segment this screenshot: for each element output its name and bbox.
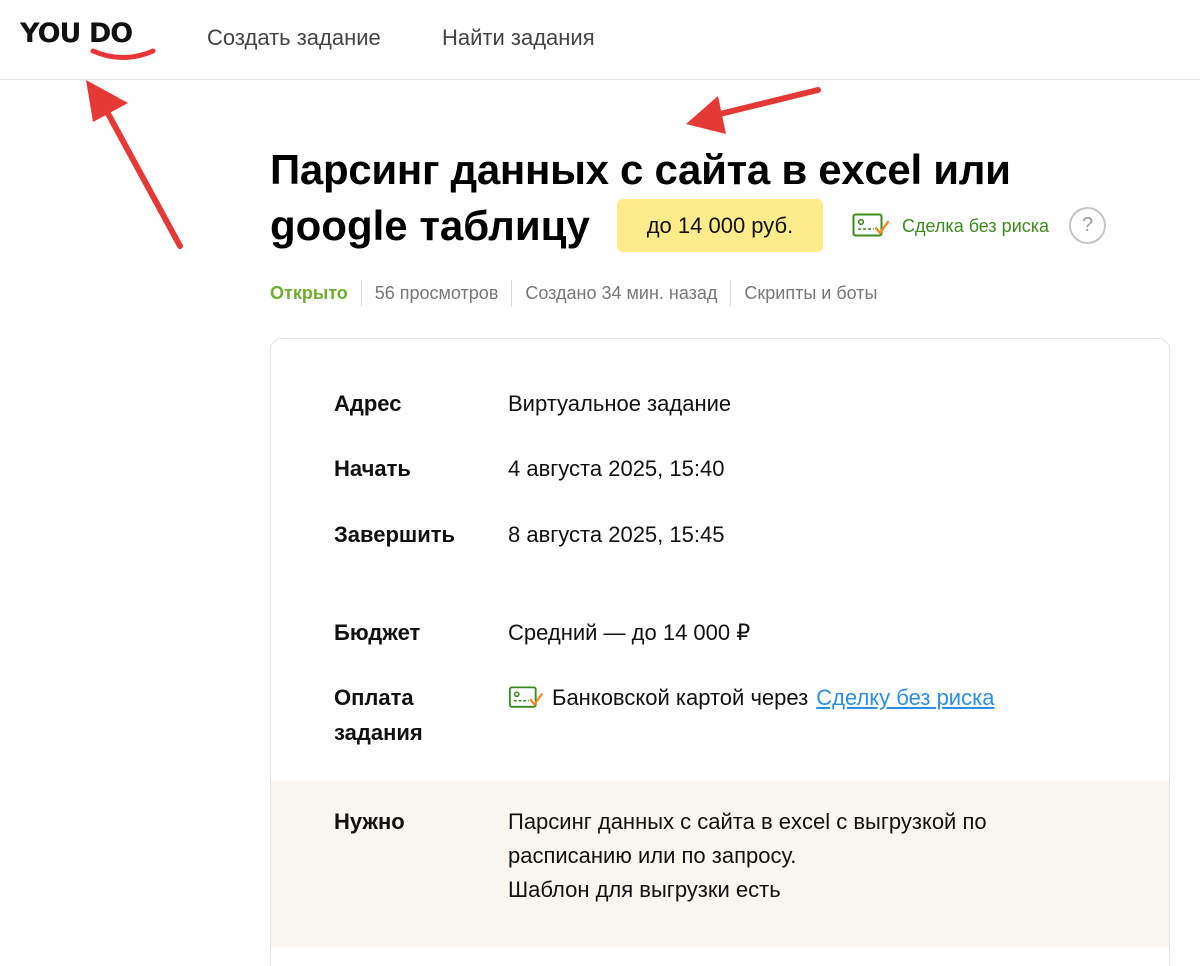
end-label: Завершить bbox=[334, 522, 456, 547]
payment-label-line1: Оплата bbox=[334, 685, 414, 710]
page: YOU DO Создать задание Найти задания Пар… bbox=[0, 0, 1200, 966]
price-badge: до 14 000 руб. bbox=[617, 199, 823, 252]
safe-deal-badge[interactable]: Сделка без риска bbox=[852, 212, 1049, 240]
need-line3: Шаблон для выгрузки есть bbox=[508, 877, 781, 902]
start-label: Начать bbox=[334, 456, 411, 481]
card-check-icon bbox=[852, 213, 890, 237]
created-time: Создано 34 мин. назад bbox=[511, 280, 730, 306]
need-line1: Парсинг данных с сайта в excel с выгрузк… bbox=[508, 809, 987, 834]
card-check-icon bbox=[508, 686, 543, 708]
end-value: 8 августа 2025, 15:45 bbox=[508, 522, 725, 547]
payment-text: Банковской картой через bbox=[552, 685, 809, 710]
task-title-line2: google таблицу bbox=[270, 202, 590, 249]
logo[interactable]: YOU DO bbox=[20, 18, 156, 64]
budget-value: Средний — до 14 000 ₽ bbox=[508, 620, 751, 645]
address-label: Адрес bbox=[334, 391, 402, 416]
nav-create-task[interactable]: Создать задание bbox=[207, 24, 381, 52]
need-label: Нужно bbox=[334, 809, 405, 834]
category-link[interactable]: Скрипты и боты bbox=[730, 280, 890, 306]
address-value: Виртуальное задание bbox=[508, 391, 732, 416]
status-badge: Открыто bbox=[270, 283, 348, 303]
safe-deal-link[interactable]: Сделку без риска bbox=[816, 681, 994, 715]
annotation-arrow-icon bbox=[686, 87, 821, 134]
site-header: YOU DO Создать задание Найти задания bbox=[0, 0, 1200, 80]
help-icon[interactable]: ? bbox=[1069, 207, 1106, 244]
budget-label: Бюджет bbox=[334, 620, 421, 645]
task-meta: Открыто 56 просмотров Создано 34 мин. на… bbox=[270, 280, 890, 306]
start-value: 4 августа 2025, 15:40 bbox=[508, 456, 725, 481]
payment-label-line2: задания bbox=[334, 720, 423, 745]
task-details-card: Адрес Виртуальное задание Начать 4 авгус… bbox=[270, 338, 1170, 966]
logo-text: YOU DO bbox=[20, 18, 133, 49]
need-line2: расписанию или по запросу. bbox=[508, 843, 797, 868]
payment-value: Банковской картой через Сделку без риска bbox=[508, 681, 994, 715]
nav-find-tasks[interactable]: Найти задания bbox=[442, 24, 595, 52]
views-count: 56 просмотров bbox=[360, 280, 512, 306]
annotation-arrow-icon bbox=[86, 80, 183, 249]
task-title-line1: Парсинг данных с сайта в excel или bbox=[270, 146, 1011, 193]
logo-smile-icon bbox=[90, 48, 156, 60]
need-section: Нужно Парсинг данных с сайта в excel с в… bbox=[271, 781, 1169, 947]
safe-deal-label: Сделка без риска bbox=[902, 215, 1050, 236]
